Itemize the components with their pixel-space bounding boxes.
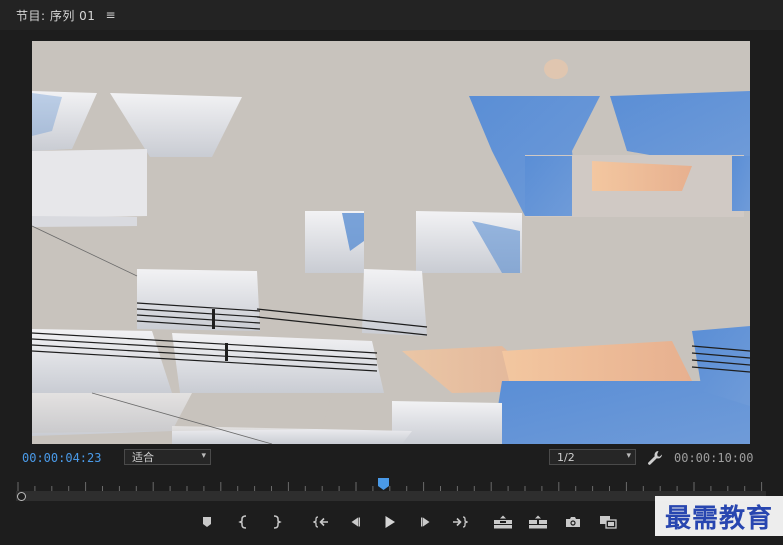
lift-icon <box>494 515 512 529</box>
hamburger-menu-icon[interactable]: ≡ <box>105 8 115 22</box>
lift-button[interactable] <box>492 512 514 532</box>
playback-resolution-select[interactable]: 1/2 ▾ <box>549 449 636 465</box>
watermark-logo: 最需教育 <box>655 496 783 536</box>
zoom-scroll-handle[interactable] <box>17 492 26 501</box>
go-to-out-icon <box>453 516 468 528</box>
extract-icon <box>529 515 547 529</box>
play-icon <box>385 516 395 528</box>
zoom-scroll-bar[interactable] <box>16 491 766 501</box>
panel-header: 节目: 序列 01 ≡ <box>0 0 783 30</box>
chevron-down-icon: ▾ <box>201 451 206 461</box>
step-forward-button[interactable] <box>415 512 437 532</box>
program-monitor-viewer[interactable] <box>32 41 750 444</box>
camera-icon <box>566 517 580 527</box>
extract-button[interactable] <box>527 512 549 532</box>
chevron-down-icon: ▾ <box>626 451 631 461</box>
playback-resolution-value: 1/2 <box>557 450 575 464</box>
mark-out-button[interactable] <box>265 512 287 532</box>
go-to-in-button[interactable] <box>310 512 332 532</box>
go-to-in-icon <box>313 516 328 528</box>
step-back-button[interactable] <box>344 512 366 532</box>
zoom-level-value: 适合 <box>132 451 154 464</box>
playhead[interactable] <box>378 478 389 490</box>
step-back-icon <box>351 517 360 527</box>
zoom-level-select[interactable]: 适合 ▾ <box>124 449 211 465</box>
wrench-icon[interactable] <box>646 449 664 467</box>
go-to-out-button[interactable] <box>449 512 471 532</box>
export-frame-button[interactable] <box>562 512 584 532</box>
step-forward-icon <box>421 517 430 527</box>
current-timecode[interactable]: 00:00:04:23 <box>22 451 101 465</box>
play-button[interactable] <box>379 512 401 532</box>
comparison-view-icon <box>600 516 617 529</box>
add-marker-button[interactable] <box>196 512 218 532</box>
mark-in-button[interactable] <box>233 512 255 532</box>
mark-in-icon <box>238 515 247 529</box>
time-ruler[interactable] <box>16 478 766 492</box>
duration-timecode: 00:00:10:00 <box>674 451 754 465</box>
panel-title[interactable]: 节目: 序列 01 <box>16 7 95 24</box>
monitor-info-bar: 00:00:04:23 适合 ▾ 1/2 ▾ 00:00:10:00 <box>0 446 783 470</box>
marker-icon <box>203 517 211 527</box>
comparison-view-button[interactable] <box>597 512 619 532</box>
video-frame <box>32 41 750 444</box>
mark-out-icon <box>273 515 282 529</box>
